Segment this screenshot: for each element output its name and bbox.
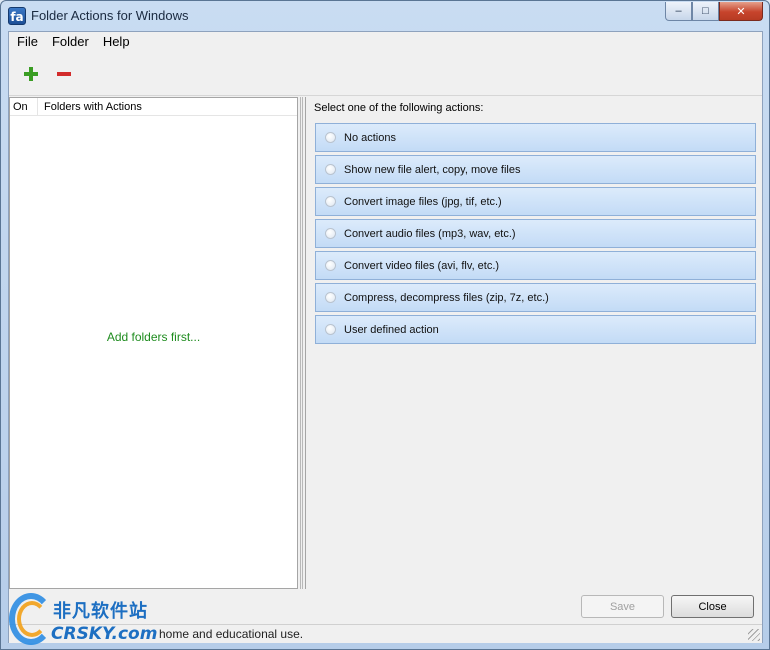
radio-button[interactable] [325,292,336,303]
menu-bar: File Folder Help [9,32,762,52]
folders-list[interactable]: On Folders with Actions Add folders firs… [9,97,298,589]
column-header-folders[interactable]: Folders with Actions [38,98,142,115]
action-label: User defined action [344,323,439,336]
action-option-no-actions[interactable]: No actions [315,123,756,152]
action-options: No actions Show new file alert, copy, mo… [315,123,756,347]
menu-file[interactable]: File [10,32,45,52]
action-option-convert-video[interactable]: Convert video files (avi, flv, etc.) [315,251,756,280]
minus-icon [57,72,71,76]
action-label: Compress, decompress files (zip, 7z, etc… [344,291,549,304]
action-option-compress[interactable]: Compress, decompress files (zip, 7z, etc… [315,283,756,312]
status-text: home and educational use. [159,627,304,641]
app-window: fa Folder Actions for Windows – □ ✕ File… [0,0,770,650]
actions-panel: Select one of the following actions: No … [305,97,762,589]
action-option-convert-image[interactable]: Convert image files (jpg, tif, etc.) [315,187,756,216]
action-label: Convert image files (jpg, tif, etc.) [344,195,502,208]
maximize-button[interactable]: □ [692,2,719,21]
action-option-convert-audio[interactable]: Convert audio files (mp3, wav, etc.) [315,219,756,248]
action-option-user-defined[interactable]: User defined action [315,315,756,344]
watermark-en-text: CRSKY.com [51,624,158,644]
window-title: Folder Actions for Windows [31,8,189,23]
add-folder-button[interactable] [20,64,42,84]
title-bar[interactable]: fa Folder Actions for Windows – □ ✕ [1,1,769,31]
action-option-file-alert[interactable]: Show new file alert, copy, move files [315,155,756,184]
save-button[interactable]: Save [581,595,664,618]
action-label: Show new file alert, copy, move files [344,163,521,176]
column-header-on[interactable]: On [10,98,38,115]
remove-folder-button[interactable] [53,64,75,84]
minimize-button[interactable]: – [665,2,692,21]
action-label: Convert audio files (mp3, wav, etc.) [344,227,516,240]
radio-button[interactable] [325,196,336,207]
radio-button[interactable] [325,164,336,175]
plus-icon [24,67,38,81]
folders-list-header: On Folders with Actions [10,98,297,116]
toolbar [9,52,762,96]
radio-button[interactable] [325,228,336,239]
close-window-button[interactable]: ✕ [719,2,763,21]
watermark-logo: 非凡软件站 CRSKY.com [1,591,161,650]
empty-list-message: Add folders first... [106,330,201,344]
close-button[interactable]: Close [671,595,754,618]
client-area: File Folder Help On Folders with Actions [8,31,763,643]
radio-button[interactable] [325,260,336,271]
radio-button[interactable] [325,324,336,335]
radio-button[interactable] [325,132,336,143]
resize-grip-icon[interactable] [748,629,760,641]
action-label: Convert video files (avi, flv, etc.) [344,259,500,272]
watermark-swirl-inner-icon [17,601,47,637]
action-label: No actions [344,131,396,144]
menu-help[interactable]: Help [96,32,137,52]
watermark-cn-text: 非凡软件站 [53,601,148,622]
actions-prompt: Select one of the following actions: [314,102,484,114]
app-logo-icon: fa [8,7,26,25]
menu-folder[interactable]: Folder [45,32,96,52]
window-controls: – □ ✕ [665,2,763,21]
pane-splitter[interactable] [298,97,305,589]
